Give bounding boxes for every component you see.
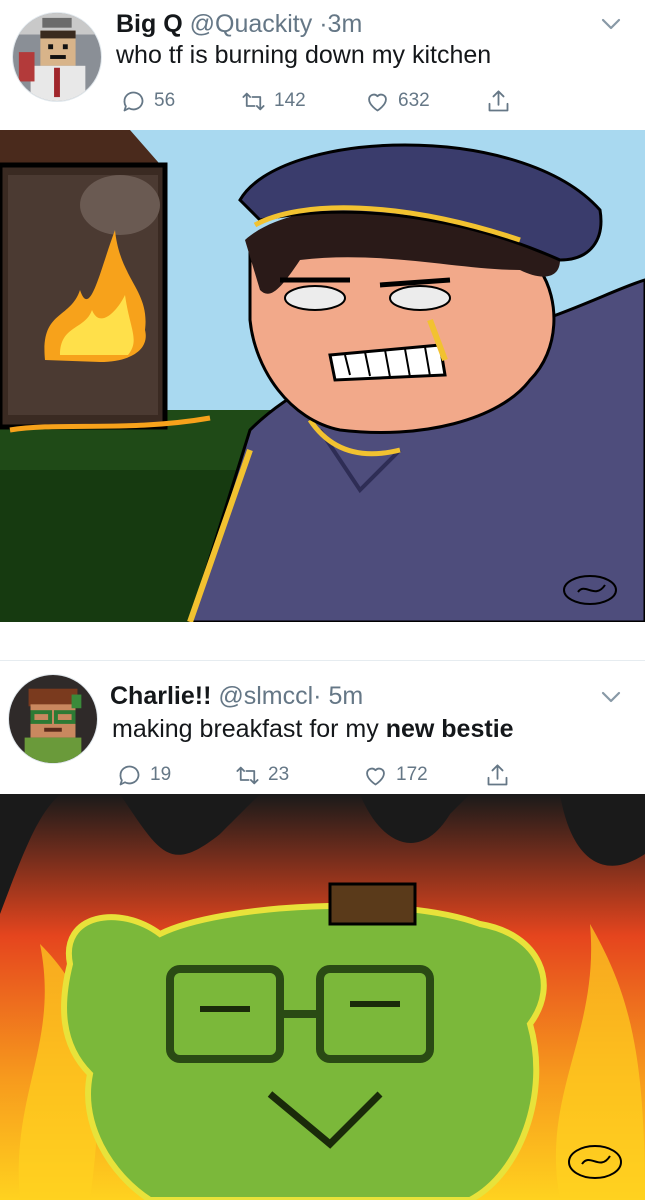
pixel-avatar-quackity-icon xyxy=(13,13,101,101)
reply-icon xyxy=(123,91,144,111)
share-icon xyxy=(487,763,508,785)
retweet-button[interactable]: 142 xyxy=(240,86,306,116)
display-name[interactable]: Charlie!! xyxy=(110,682,211,710)
tweet-text: who tf is burning down my kitchen xyxy=(116,41,492,69)
tweet-actions: 19 23 172 xyxy=(116,760,516,790)
like-button[interactable]: 632 xyxy=(364,86,430,116)
reply-icon xyxy=(119,765,140,785)
like-icon xyxy=(366,767,385,785)
retweet-count: 23 xyxy=(268,764,290,785)
handle[interactable]: @Quackity xyxy=(190,10,313,38)
chevron-down-icon[interactable] xyxy=(598,684,624,710)
tweet-header: Big Q @Quackity ·3m xyxy=(116,9,362,39)
tweet-2-media[interactable] xyxy=(0,794,645,1200)
handle[interactable]: @slmccl xyxy=(218,682,313,710)
reply-count: 56 xyxy=(154,90,176,111)
timestamp[interactable]: 3m xyxy=(328,10,363,38)
share-button[interactable] xyxy=(484,760,511,790)
reply-count: 19 xyxy=(150,764,172,785)
divider xyxy=(0,660,645,661)
retweet-icon xyxy=(236,766,259,784)
reply-button[interactable]: 19 xyxy=(116,760,171,790)
tweet-actions: 56 142 632 xyxy=(120,86,520,116)
drawing-burning-kitchen-icon xyxy=(0,130,645,622)
avatar[interactable] xyxy=(8,674,98,764)
retweet-button[interactable]: 23 xyxy=(234,760,289,790)
tweet-text-bold: new bestie xyxy=(385,715,514,743)
tweet-1-media[interactable] xyxy=(0,130,645,622)
retweet-icon xyxy=(242,92,265,110)
drawing-green-face-fire-icon xyxy=(0,794,645,1200)
pixel-avatar-charlie-icon xyxy=(9,675,97,763)
chevron-down-icon[interactable] xyxy=(598,11,624,37)
like-count: 632 xyxy=(398,90,430,111)
separator: · xyxy=(313,682,322,710)
display-name[interactable]: Big Q xyxy=(116,10,183,38)
tweet-2[interactable]: Charlie!! @slmccl· 5m making breakfast f… xyxy=(0,662,645,794)
share-icon xyxy=(488,89,509,111)
like-count: 172 xyxy=(396,764,428,785)
tweet-text: making breakfast for my new bestie xyxy=(112,714,514,744)
separator: · xyxy=(319,10,328,38)
share-button[interactable] xyxy=(485,86,512,116)
like-icon xyxy=(368,93,387,111)
tweet-header: Charlie!! @slmccl· 5m xyxy=(110,681,363,711)
like-button[interactable]: 172 xyxy=(362,760,428,790)
retweet-count: 142 xyxy=(274,90,306,111)
tweet-text-plain: making breakfast for my xyxy=(112,715,386,743)
tweet-1[interactable]: Big Q @Quackity ·3m who tf is burning do… xyxy=(0,0,645,130)
reply-button[interactable]: 56 xyxy=(120,86,175,116)
avatar[interactable] xyxy=(12,12,102,102)
timestamp[interactable]: 5m xyxy=(328,682,363,710)
